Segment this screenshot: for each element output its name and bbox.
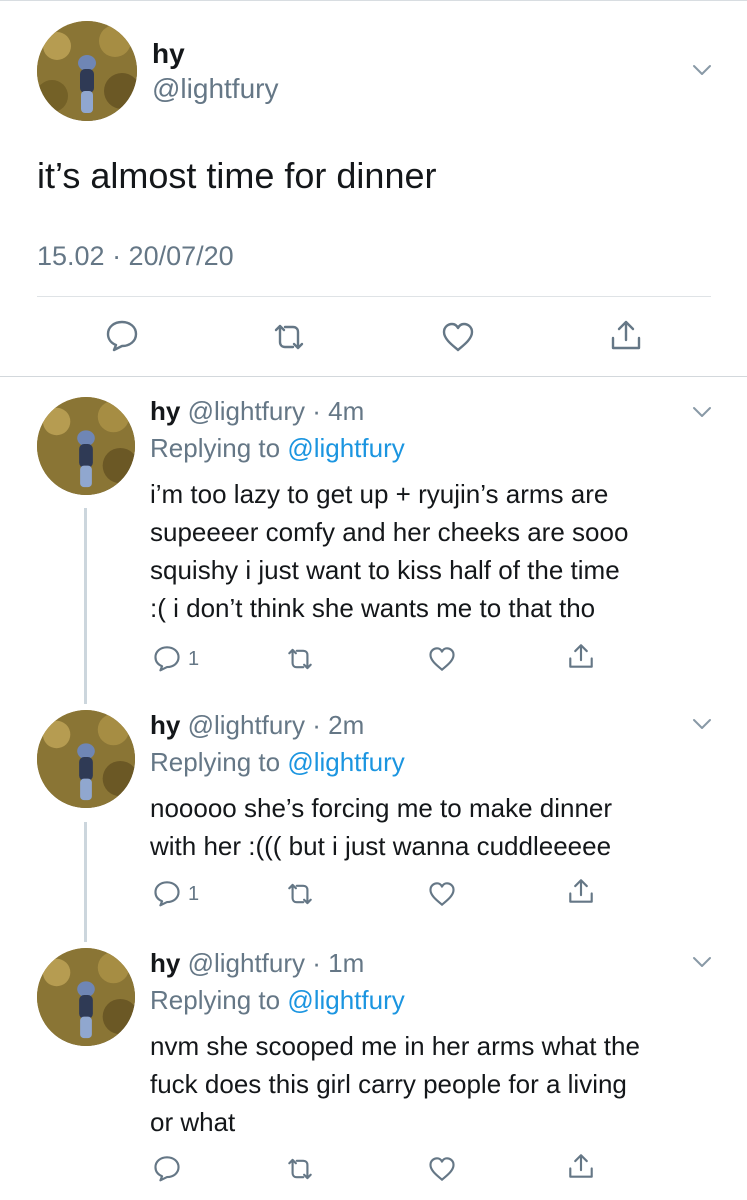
- like-icon[interactable]: [428, 645, 456, 673]
- tweet-timestamp: 15.02 · 20/07/20: [37, 241, 234, 271]
- share-icon[interactable]: [567, 642, 595, 670]
- reply-icon[interactable]: [153, 879, 181, 907]
- text-line: squishy i just want to kiss half of the …: [150, 555, 620, 585]
- text-line: :( i don’t think she wants me to that th…: [150, 593, 596, 623]
- share-icon[interactable]: [609, 318, 643, 352]
- replying-label: Replying to: [150, 985, 288, 1015]
- like-icon[interactable]: [428, 880, 456, 908]
- text-line: with her :((( but i just wanna cuddleeee…: [150, 831, 612, 861]
- reply-header: hy @lightfury · 2m: [150, 710, 364, 741]
- avatar-image: [37, 710, 135, 808]
- like-icon[interactable]: [441, 320, 475, 354]
- reply-count: 1: [188, 648, 200, 670]
- main-tweet: hy @lightfury it’s almost time for dinne…: [0, 0, 747, 377]
- author-name[interactable]: hy: [150, 396, 180, 426]
- reply-header: hy @lightfury · 1m: [150, 948, 364, 979]
- text-line: nooooo she’s forcing me to make dinner: [150, 793, 613, 823]
- reply-tweet: hy @lightfury · 4m Replying to @lightfur…: [0, 376, 747, 690]
- avatar-image: [37, 21, 137, 121]
- share-icon[interactable]: [567, 877, 595, 905]
- like-icon[interactable]: [428, 1155, 456, 1183]
- reply-text: nvm she scooped me in her arms what the …: [150, 1027, 720, 1141]
- reply-tweet: hy @lightfury · 2m Replying to @lightfur…: [0, 690, 747, 936]
- retweet-icon[interactable]: [272, 320, 306, 354]
- text-line: i’m too lazy to get up + ryujin’s arms a…: [150, 479, 609, 509]
- avatar[interactable]: [37, 397, 135, 495]
- author-handle-time[interactable]: @lightfury · 4m: [188, 396, 365, 426]
- retweet-icon[interactable]: [286, 880, 314, 908]
- tweet-text: it’s almost time for dinner: [37, 155, 437, 196]
- avatar-image: [37, 397, 135, 495]
- avatar-image: [37, 948, 135, 1046]
- replying-to: Replying to @lightfury: [150, 433, 405, 464]
- replying-to: Replying to @lightfury: [150, 985, 405, 1016]
- author-handle[interactable]: @lightfury: [152, 73, 278, 105]
- reply-text: nooooo she’s forcing me to make dinner w…: [150, 789, 720, 865]
- reply-count: 1: [188, 883, 200, 905]
- reply-icon[interactable]: [105, 318, 139, 352]
- avatar[interactable]: [37, 710, 135, 808]
- text-line: nvm she scooped me in her arms what the: [150, 1031, 640, 1061]
- text-line: supeeeer comfy and her cheeks are sooo: [150, 517, 629, 547]
- divider: [37, 296, 711, 297]
- mention-link[interactable]: @lightfury: [287, 985, 404, 1015]
- chevron-down-icon[interactable]: [692, 718, 712, 730]
- chevron-down-icon[interactable]: [692, 64, 712, 76]
- author-name[interactable]: hy: [150, 948, 180, 978]
- text-line: fuck does this girl carry people for a l…: [150, 1069, 627, 1099]
- author-name[interactable]: hy: [150, 710, 180, 740]
- replying-label: Replying to: [150, 433, 288, 463]
- reply-tweet: hy @lightfury · 1m Replying to @lightfur…: [0, 928, 747, 1200]
- chevron-down-icon[interactable]: [692, 956, 712, 968]
- avatar[interactable]: [37, 21, 137, 121]
- mention-link[interactable]: @lightfury: [287, 433, 404, 463]
- reply-icon[interactable]: [153, 644, 181, 672]
- text-line: or what: [150, 1107, 236, 1137]
- retweet-icon[interactable]: [286, 645, 314, 673]
- avatar[interactable]: [37, 948, 135, 1046]
- reply-header: hy @lightfury · 4m: [150, 396, 364, 427]
- author-handle-time[interactable]: @lightfury · 2m: [188, 710, 365, 740]
- replying-to: Replying to @lightfury: [150, 747, 405, 778]
- reply-icon[interactable]: [153, 1154, 181, 1182]
- replying-label: Replying to: [150, 747, 288, 777]
- reply-text: i’m too lazy to get up + ryujin’s arms a…: [150, 475, 720, 627]
- author-handle-time[interactable]: @lightfury · 1m: [188, 948, 365, 978]
- mention-link[interactable]: @lightfury: [287, 747, 404, 777]
- retweet-icon[interactable]: [286, 1155, 314, 1183]
- share-icon[interactable]: [567, 1152, 595, 1180]
- chevron-down-icon[interactable]: [692, 406, 712, 418]
- author-name[interactable]: hy: [152, 38, 185, 70]
